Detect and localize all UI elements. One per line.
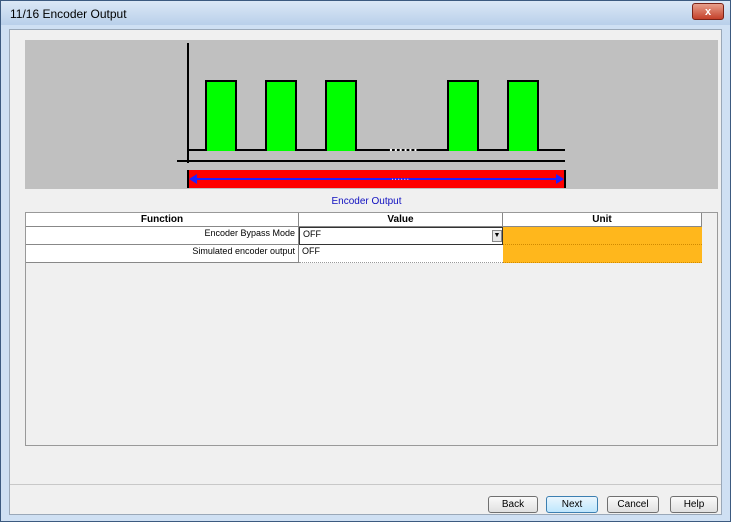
diagram-horizontal-axis (177, 160, 565, 162)
range-arrow-line (191, 178, 561, 180)
signal-low-segment (479, 149, 507, 151)
signal-pulse (265, 80, 297, 151)
signal-low-segment (237, 149, 265, 151)
signal-pulse (447, 80, 479, 151)
signal-pulse (325, 80, 357, 151)
value-cell[interactable]: OFF (299, 245, 503, 263)
function-cell: Simulated encoder output (26, 245, 299, 263)
column-header-unit[interactable]: Unit (503, 213, 702, 227)
parameter-grid: Function Value Unit Encoder Bypass Mode … (25, 212, 718, 446)
range-bar-ellipsis: ...... (391, 171, 410, 183)
unit-cell (503, 227, 702, 245)
column-header-function[interactable]: Function (26, 213, 299, 227)
signal-low-segment (297, 149, 325, 151)
signal-low-segment (189, 149, 205, 151)
value-select-text: OFF (303, 229, 321, 239)
arrow-right-icon (556, 174, 564, 184)
arrow-left-icon (189, 174, 197, 184)
column-header-value[interactable]: Value (299, 213, 503, 227)
diagram-vertical-axis (187, 43, 189, 163)
dialog-client-area: ...... ...... Encoder Output Function Va… (9, 29, 722, 515)
dropdown-arrow-icon[interactable]: ▼ (492, 230, 502, 242)
diagram-ellipsis: ...... (389, 138, 419, 154)
cancel-button[interactable]: Cancel (607, 496, 659, 513)
close-button[interactable]: x (692, 3, 724, 20)
back-button[interactable]: Back (488, 496, 538, 513)
diagram-caption: Encoder Output (331, 196, 402, 207)
signal-pulse (205, 80, 237, 151)
title-bar[interactable]: 11/16 Encoder Output x (1, 1, 730, 25)
next-button[interactable]: Next (546, 496, 598, 513)
help-button[interactable]: Help (670, 496, 718, 513)
window-title: 11/16 Encoder Output (10, 7, 127, 21)
unit-cell (503, 245, 702, 263)
signal-pulse (507, 80, 539, 151)
signal-low-segment (539, 149, 565, 151)
function-cell: Encoder Bypass Mode (26, 227, 299, 245)
dialog-window: 11/16 Encoder Output x ...... ...... Enc… (0, 0, 731, 522)
encoder-output-diagram: ...... ...... (25, 40, 718, 189)
value-select[interactable]: OFF ▼ (299, 227, 503, 245)
footer-divider (10, 484, 721, 485)
encoder-range-bar: ...... (187, 170, 566, 188)
